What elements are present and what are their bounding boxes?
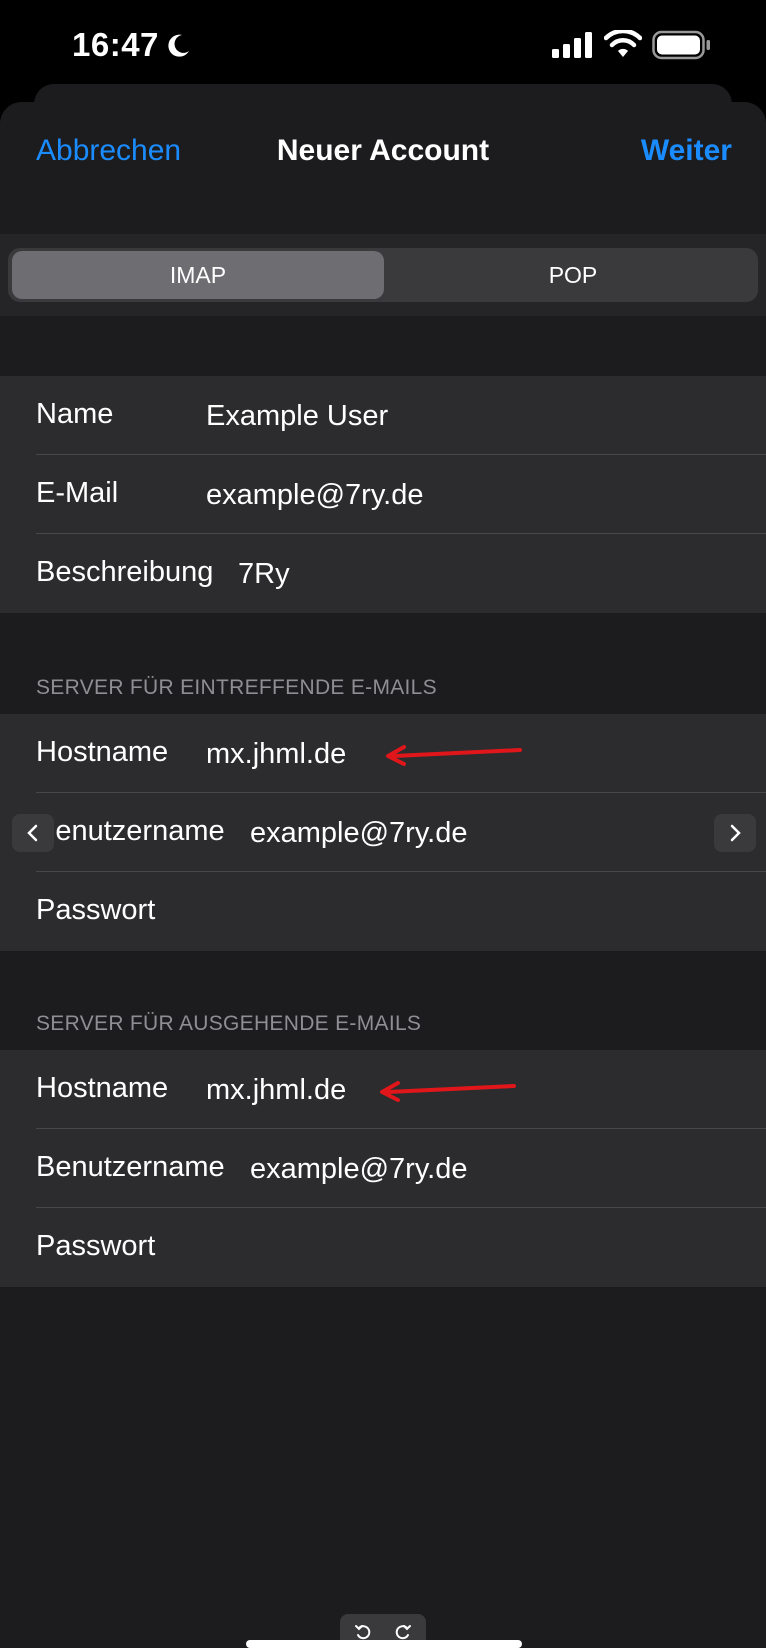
- next-field-button[interactable]: [714, 814, 756, 852]
- account-info-group: Name Example User E-Mail example@7ry.de …: [0, 376, 766, 613]
- incoming-hostname-label: Hostname: [36, 736, 169, 768]
- outgoing-username-field[interactable]: example@7ry.de: [250, 1153, 468, 1186]
- incoming-server-header: SERVER FÜR EINTREFFENDE E-MAILS: [36, 676, 437, 699]
- redo-icon[interactable]: [394, 1623, 412, 1641]
- outgoing-hostname-label: Hostname: [36, 1072, 169, 1104]
- name-field[interactable]: Example User: [206, 400, 388, 433]
- moon-icon: [168, 34, 189, 57]
- outgoing-username-row[interactable]: Benutzername example@7ry.de: [0, 1129, 766, 1208]
- description-row[interactable]: Beschreibung 7Ry: [0, 534, 766, 613]
- outgoing-password-label: Passwort: [36, 1230, 156, 1262]
- incoming-server-group: Hostname mx.jhml.de Benutzername example…: [0, 714, 766, 951]
- email-label: E-Mail: [36, 477, 119, 509]
- outgoing-server-header: SERVER FÜR AUSGEHENDE E-MAILS: [36, 1012, 422, 1035]
- incoming-password-row[interactable]: Passwort: [0, 872, 766, 951]
- account-type-band: IMAP POP: [0, 234, 766, 316]
- incoming-hostname-row[interactable]: Hostname mx.jhml.de: [0, 714, 766, 793]
- account-type-segmented-control: IMAP POP: [8, 248, 758, 302]
- name-label: Name: [36, 398, 114, 430]
- description-label: Beschreibung: [36, 556, 214, 588]
- status-time: 16:47: [72, 26, 159, 63]
- outgoing-username-label: Benutzername: [36, 1151, 225, 1183]
- navigation-bar: Abbrechen Neuer Account Weiter: [0, 102, 766, 234]
- new-account-sheet: Abbrechen Neuer Account Weiter IMAP POP …: [0, 102, 766, 1648]
- home-indicator: [246, 1640, 522, 1648]
- battery-icon: [652, 30, 710, 60]
- next-button[interactable]: Weiter: [641, 134, 732, 168]
- incoming-hostname-field[interactable]: mx.jhml.de: [206, 738, 346, 771]
- status-bar: 16:47: [0, 0, 766, 90]
- cellular-signal-icon: [552, 32, 592, 58]
- wifi-icon: [604, 30, 642, 57]
- outgoing-hostname-field[interactable]: mx.jhml.de: [206, 1074, 346, 1107]
- incoming-password-label: Passwort: [36, 894, 156, 926]
- email-row[interactable]: E-Mail example@7ry.de: [0, 455, 766, 534]
- segment-imap[interactable]: IMAP: [12, 251, 384, 299]
- name-row[interactable]: Name Example User: [0, 376, 766, 455]
- description-field[interactable]: 7Ry: [238, 558, 290, 591]
- previous-field-button[interactable]: [12, 814, 54, 852]
- incoming-username-label: Benutzername: [36, 815, 225, 847]
- incoming-username-field[interactable]: example@7ry.de: [250, 817, 468, 850]
- outgoing-password-row[interactable]: Passwort: [0, 1208, 766, 1287]
- incoming-username-row[interactable]: Benutzername example@7ry.de: [0, 793, 766, 872]
- annotation-arrow-incoming: [386, 745, 522, 766]
- chevron-right-icon: [730, 824, 741, 842]
- chevron-left-icon: [27, 824, 38, 842]
- undo-icon[interactable]: [354, 1623, 372, 1641]
- annotation-arrow-outgoing: [380, 1081, 516, 1102]
- segment-pop[interactable]: POP: [392, 251, 754, 299]
- email-field[interactable]: example@7ry.de: [206, 479, 424, 512]
